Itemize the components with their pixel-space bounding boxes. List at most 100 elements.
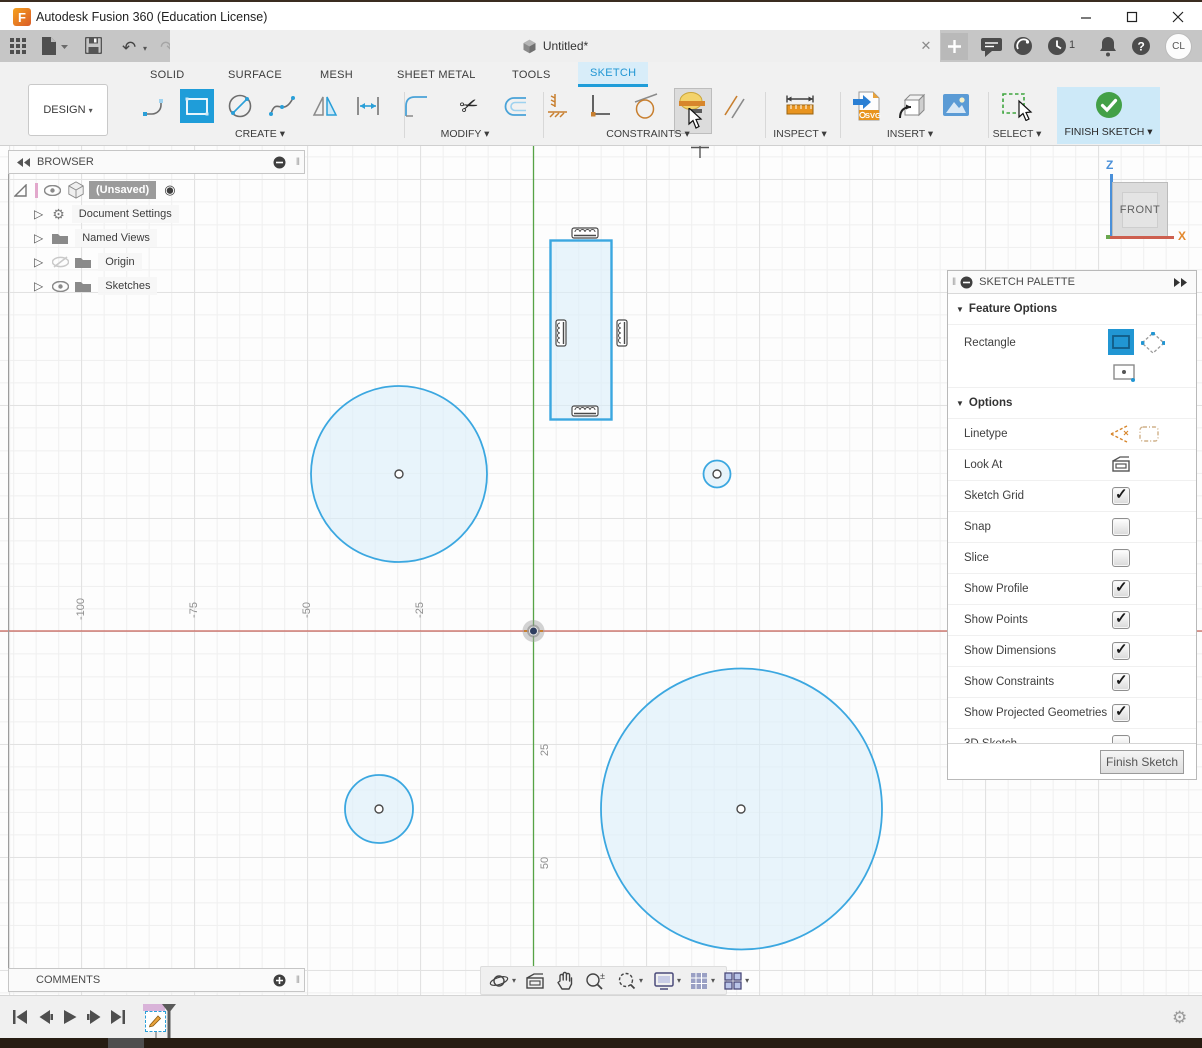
coincident-constraint-icon[interactable]: [583, 89, 617, 123]
new-tab-button[interactable]: [941, 33, 968, 60]
create-group-label[interactable]: CREATE ▾: [235, 128, 285, 140]
centerline-linetype-icon[interactable]: [1138, 424, 1160, 444]
browser-root-row[interactable]: (Unsaved) ◉: [14, 178, 176, 202]
tab-mesh[interactable]: MESH: [308, 62, 365, 87]
browser-item-named-views[interactable]: ▷ Named Views: [34, 226, 157, 250]
viewports-icon[interactable]: [724, 972, 742, 990]
insert-canvas-icon[interactable]: [939, 89, 973, 123]
show-projected-geometries-checkbox[interactable]: [1112, 704, 1130, 722]
app-grid-menu-icon[interactable]: [10, 38, 27, 55]
origin-point[interactable]: [523, 620, 545, 642]
trim-tool-icon[interactable]: ✂: [452, 89, 486, 123]
insert-group-label[interactable]: INSERT ▾: [887, 128, 933, 140]
browser-panel-header[interactable]: BROWSER ‖: [8, 150, 305, 174]
panel-grip[interactable]: ‖: [296, 975, 300, 986]
sketch-dimension-icon[interactable]: [351, 89, 385, 123]
document-tab-close-icon[interactable]: ✕: [918, 38, 934, 54]
section-collapse-arrow[interactable]: ▼: [956, 399, 964, 408]
undo-dropdown-caret[interactable]: ▾: [143, 44, 147, 53]
browser-item-origin[interactable]: ▷ Origin: [34, 250, 142, 274]
sketch-palette-header[interactable]: ‖ SKETCH PALETTE: [948, 271, 1196, 294]
grid-settings-icon[interactable]: [690, 972, 708, 990]
show-points-checkbox[interactable]: [1112, 611, 1130, 629]
comments-panel-header[interactable]: COMMENTS ‖: [8, 968, 305, 992]
undo-icon[interactable]: ↶: [122, 38, 136, 58]
collapse-right-icon[interactable]: [1174, 278, 1188, 287]
orbit-dropdown-caret[interactable]: ▾: [512, 976, 516, 985]
activate-radio-icon[interactable]: ◉: [164, 182, 175, 198]
collapse-left-icon[interactable]: [17, 158, 31, 167]
workspace-selector[interactable]: DESIGN ▾: [28, 84, 108, 136]
finish-sketch-button[interactable]: FINISH SKETCH ▾: [1057, 87, 1160, 144]
look-at-icon[interactable]: [1111, 455, 1131, 473]
tab-sketch[interactable]: SKETCH: [578, 62, 648, 87]
minimize-button[interactable]: [1071, 8, 1101, 26]
inspect-group-label[interactable]: INSPECT ▾: [773, 128, 827, 140]
panel-minimize-icon[interactable]: [273, 156, 286, 169]
rectangle-center-icon[interactable]: [1113, 364, 1135, 382]
tangent-constraint-icon[interactable]: [629, 89, 663, 123]
add-comment-icon[interactable]: [273, 974, 286, 987]
tree-item-label[interactable]: Origin: [98, 253, 141, 271]
zoom-window-dropdown-caret[interactable]: ▾: [639, 976, 643, 985]
notifications-bell-icon[interactable]: [1098, 36, 1118, 57]
measure-tool-icon[interactable]: [783, 89, 817, 123]
show-constraints-checkbox[interactable]: [1112, 673, 1130, 691]
tree-item-label[interactable]: Named Views: [75, 229, 157, 247]
rectangle-tool-icon[interactable]: [180, 89, 214, 123]
collapsed-arrow-icon[interactable]: ▷: [34, 207, 43, 221]
collapsed-arrow-icon[interactable]: ▷: [34, 279, 43, 293]
visibility-off-eye-icon[interactable]: [52, 256, 69, 268]
pan-hand-icon[interactable]: [556, 971, 574, 991]
timeline-go-to-end-icon[interactable]: [110, 1008, 126, 1026]
browser-item-document-settings[interactable]: ▷ ⚙ Document Settings: [34, 202, 179, 226]
look-at-view-icon[interactable]: [525, 972, 545, 990]
extensions-icon[interactable]: [1013, 36, 1033, 56]
select-tool-icon[interactable]: [1000, 89, 1034, 123]
timeline-step-back-icon[interactable]: [38, 1008, 54, 1026]
show-dimensions-checkbox[interactable]: [1112, 642, 1130, 660]
maximize-button[interactable]: [1117, 8, 1147, 26]
show-profile-checkbox[interactable]: [1112, 580, 1130, 598]
select-group-label[interactable]: SELECT ▾: [993, 128, 1042, 140]
tree-item-label[interactable]: Sketches: [98, 277, 157, 295]
timeline-play-icon[interactable]: [62, 1008, 78, 1026]
slice-checkbox[interactable]: [1112, 549, 1130, 567]
save-icon[interactable]: [85, 37, 102, 54]
panel-minimize-icon[interactable]: [960, 276, 973, 289]
line-tool-icon[interactable]: [138, 89, 172, 123]
display-dropdown-caret[interactable]: ▾: [677, 976, 681, 985]
section-collapse-arrow[interactable]: ▼: [956, 305, 964, 314]
visibility-eye-icon[interactable]: [44, 185, 61, 196]
close-button[interactable]: [1163, 8, 1193, 26]
sketch-point-marker[interactable]: [691, 145, 709, 158]
insert-svg-icon[interactable]: SVG: [850, 89, 884, 123]
horizontal-vertical-constraint-icon[interactable]: [542, 89, 576, 123]
tree-item-label[interactable]: Document Settings: [72, 205, 179, 223]
zoom-window-icon[interactable]: [616, 971, 636, 991]
display-settings-icon[interactable]: [654, 972, 674, 990]
timeline-position-marker[interactable]: [160, 1004, 178, 1038]
tab-solid[interactable]: SOLID: [138, 62, 197, 87]
tab-tools[interactable]: TOOLS: [500, 62, 563, 87]
modify-group-label[interactable]: MODIFY ▾: [441, 128, 490, 140]
spline-tool-icon[interactable]: [265, 89, 299, 123]
user-avatar[interactable]: CL: [1165, 33, 1192, 60]
viewcube-front-face[interactable]: FRONT: [1112, 182, 1168, 238]
panel-grip[interactable]: ‖: [952, 277, 956, 288]
construction-linetype-icon[interactable]: [1108, 424, 1130, 444]
job-status-clock-icon[interactable]: [1047, 36, 1067, 56]
help-icon[interactable]: ?: [1131, 36, 1151, 56]
root-document-name[interactable]: (Unsaved): [89, 181, 156, 199]
document-tab[interactable]: Untitled* ✕: [170, 30, 940, 62]
visibility-eye-icon[interactable]: [52, 281, 69, 292]
tab-surface[interactable]: SURFACE: [216, 62, 294, 87]
panel-grip[interactable]: ‖: [296, 157, 300, 168]
parallel-constraint-icon[interactable]: [717, 89, 751, 123]
rectangle-2point-icon[interactable]: [1108, 329, 1134, 355]
options-section[interactable]: ▼ Options: [948, 387, 1196, 418]
offset-tool-icon[interactable]: [498, 89, 532, 123]
mirror-tool-icon[interactable]: [308, 89, 342, 123]
browser-item-sketches[interactable]: ▷ Sketches: [34, 274, 157, 298]
fillet-tool-icon[interactable]: [400, 89, 434, 123]
